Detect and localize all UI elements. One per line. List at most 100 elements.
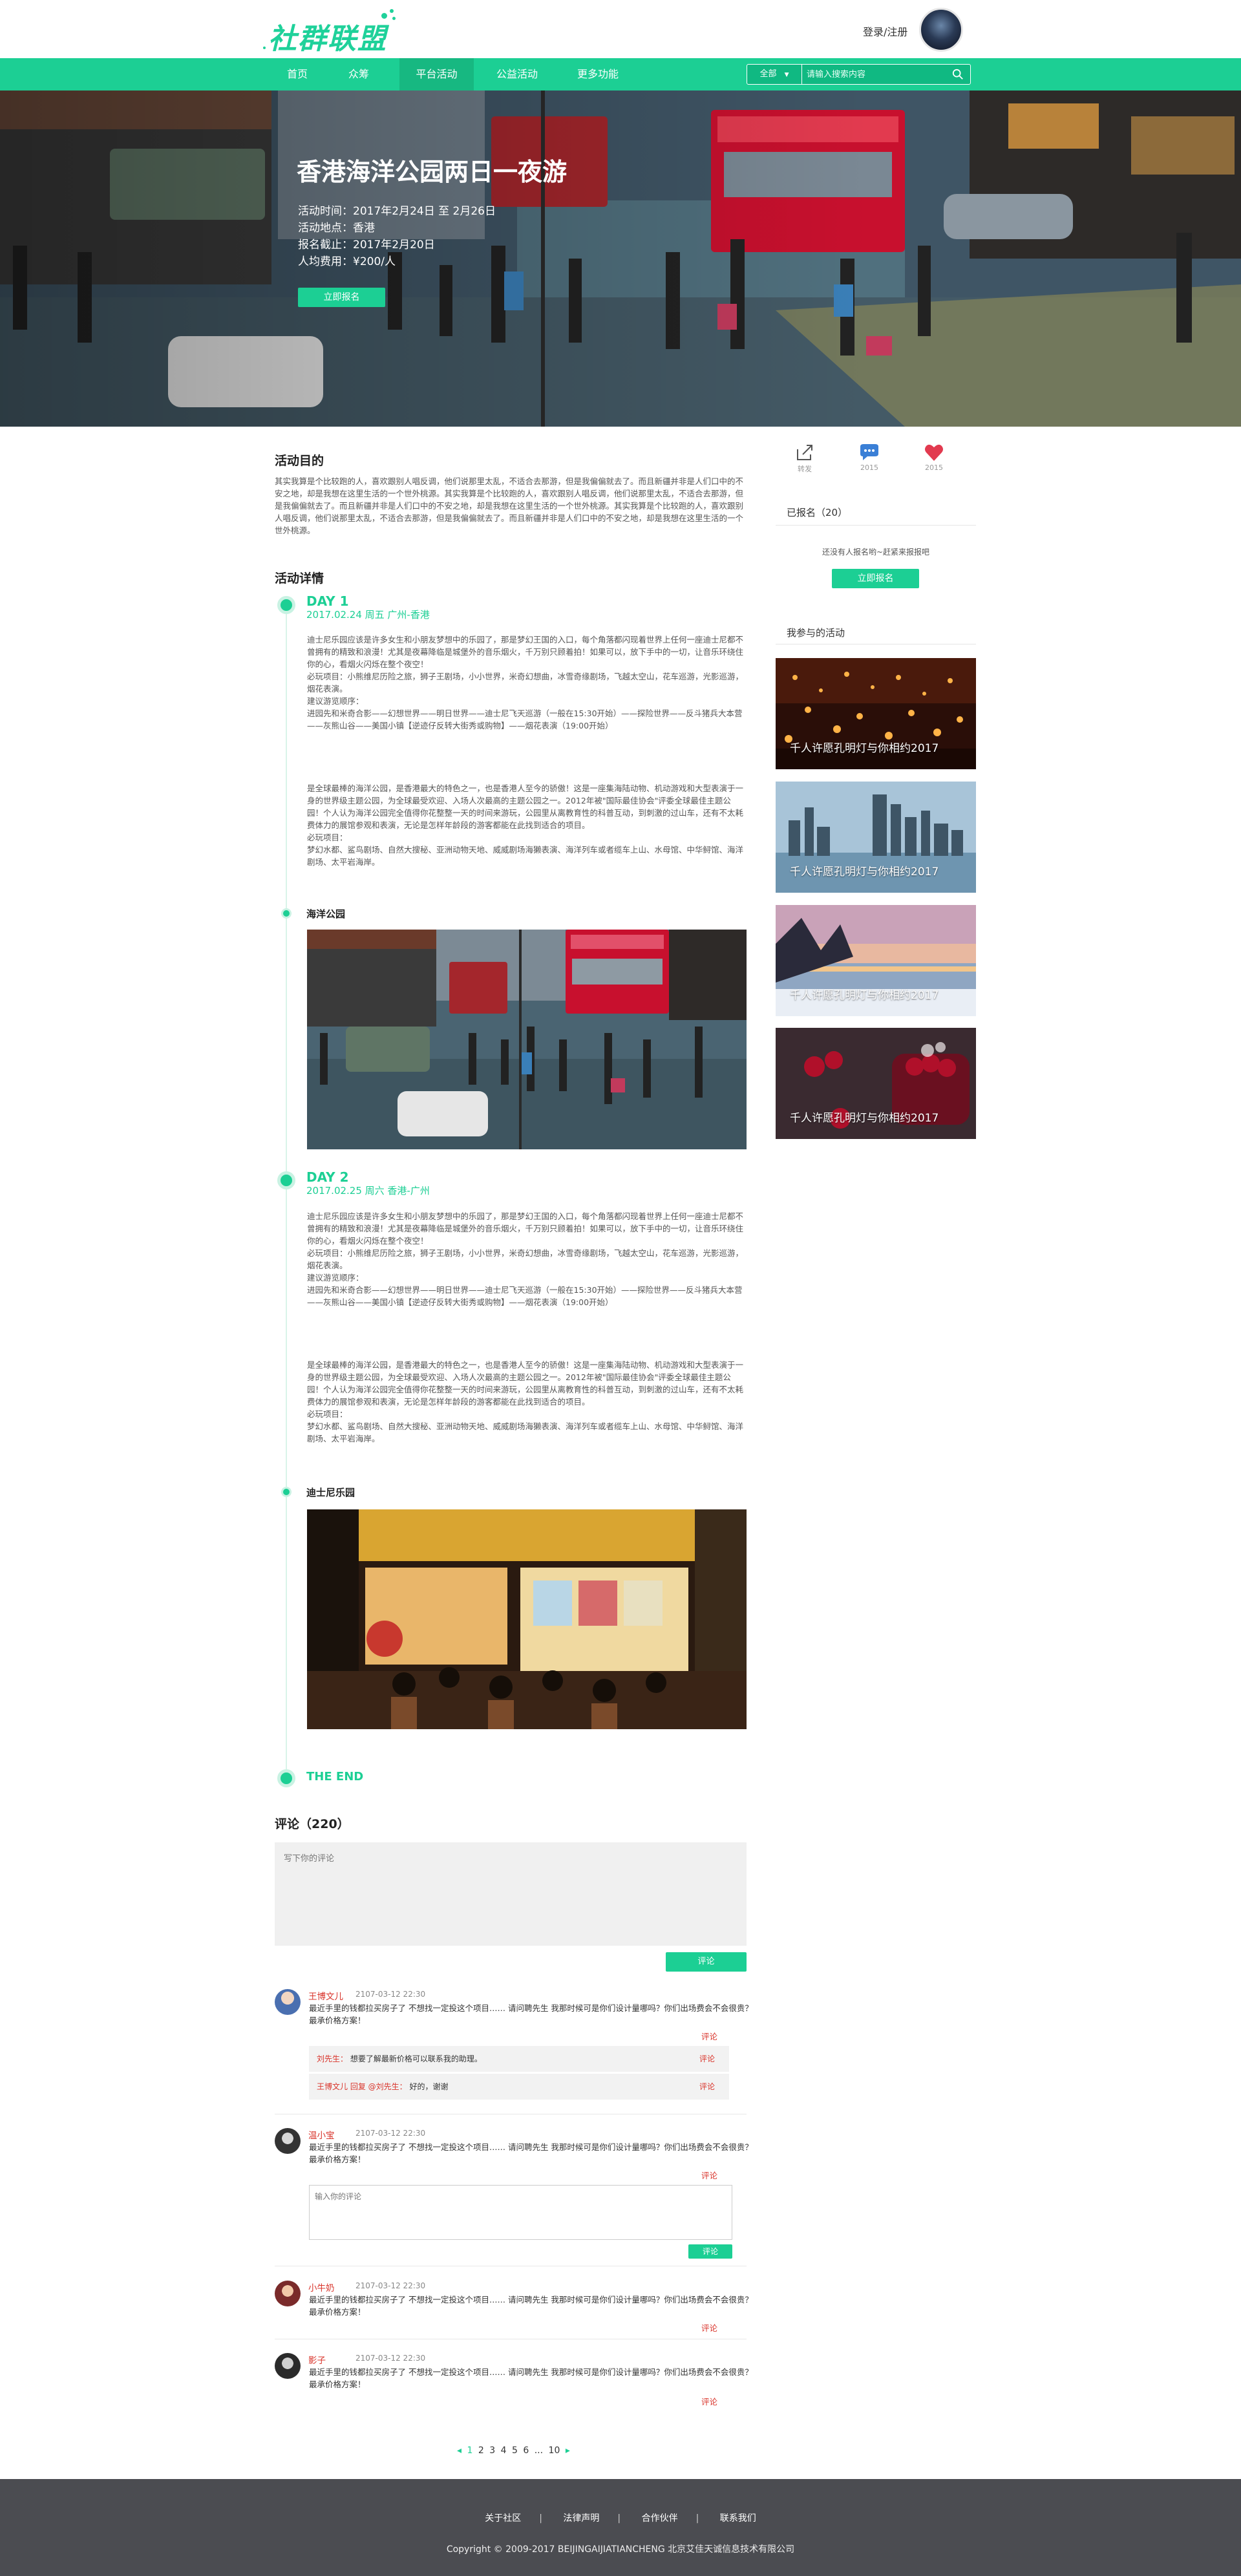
page-link[interactable]: 5 <box>512 2445 518 2456</box>
logo-dot <box>390 9 394 13</box>
day2-paragraph-2: 是全球最棒的海洋公园，是香港最大的特色之一，也是香港人至今的骄傲！这是一座集海陆… <box>307 1360 744 1443</box>
search-icon[interactable] <box>952 69 964 80</box>
search-scope-label: 全部 <box>759 69 777 79</box>
chevron-down-icon: ▼ <box>784 72 789 78</box>
reply-author[interactable]: 王博文儿 回复 @刘先生： <box>317 2082 407 2091</box>
sidebar-signup-button[interactable]: 立即报名 <box>832 569 919 588</box>
reply-action[interactable]: 评论 <box>699 2074 715 2100</box>
avatar[interactable] <box>275 2281 301 2306</box>
prev-page-icon[interactable]: ◂ <box>457 2445 461 2456</box>
activity-card[interactable]: 千人许愿孔明灯与你相约2017 <box>776 782 976 893</box>
page-ellipsis: ... <box>534 2445 544 2456</box>
pagination: ◂ 1 2 3 4 5 6 ... 10 ▸ <box>456 2445 571 2456</box>
comment-reply-link[interactable]: 评论 <box>701 2395 717 2407</box>
comment-input[interactable] <box>275 1842 747 1946</box>
top-header: 社群联盟 登录/注册 <box>0 0 1241 58</box>
activity-card[interactable]: 千人许愿孔明灯与你相约2017 <box>776 658 976 769</box>
activity-card-title: 千人许愿孔明灯与你相约2017 <box>790 989 939 1002</box>
nav-item-charity[interactable]: 公益活动 <box>485 58 549 90</box>
day2-place-label: 迪士尼乐园 <box>306 1487 355 1498</box>
reply-submit-button[interactable]: 评论 <box>688 2244 732 2259</box>
nav-item-more[interactable]: 更多功能 <box>562 58 633 90</box>
footer-link-contact[interactable]: 联系我们 <box>720 2511 756 2524</box>
comment-time: 2107-03-12 22:30 <box>355 2129 426 2138</box>
comment-author[interactable]: 小牛奶 <box>308 2281 335 2294</box>
footer-divider: | <box>617 2513 621 2524</box>
signed-up-count: 已报名（20） <box>787 507 848 518</box>
activity-card-title: 千人许愿孔明灯与你相约2017 <box>790 866 939 878</box>
page-link-current[interactable]: 1 <box>467 2445 472 2456</box>
avatar[interactable] <box>275 2353 301 2379</box>
login-register-link[interactable]: 登录/注册 <box>863 23 907 39</box>
footer-link-legal[interactable]: 法律声明 <box>563 2511 599 2524</box>
event-deadline: 报名截止：2017年2月20日 <box>298 239 435 251</box>
comment-submit-button[interactable]: 评论 <box>666 1952 747 1972</box>
details-title: 活动详情 <box>275 571 324 586</box>
footer-link-about[interactable]: 关于社区 <box>485 2511 521 2524</box>
reply-input[interactable] <box>309 2185 732 2240</box>
comment-text: 最近手里的钱都拉买房子了 不想找一定投这个项目…… 请问聘先生 我那时候可是你们… <box>309 2142 753 2164</box>
logo-dot <box>392 17 396 20</box>
search-box: 全部 ▼ <box>747 64 971 85</box>
footer-divider: | <box>695 2513 699 2524</box>
ocean-park-photo <box>307 930 747 1149</box>
reply-action[interactable]: 评论 <box>699 2046 715 2072</box>
next-page-icon[interactable]: ▸ <box>566 2445 570 2456</box>
comment-icon[interactable] <box>858 442 880 463</box>
nav-item-home[interactable]: 首页 <box>271 58 323 90</box>
comment-reply-link[interactable]: 评论 <box>701 2321 717 2334</box>
activity-card-title: 千人许愿孔明灯与你相约2017 <box>790 742 939 755</box>
day1-place-label: 海洋公园 <box>306 908 346 920</box>
footer-links: 关于社区 | 法律声明 | 合作伙伴 | 联系我们 <box>0 2511 1241 2524</box>
comment-author[interactable]: 温小宝 <box>308 2128 335 2141</box>
timeline-dot-place <box>281 1487 292 1497</box>
event-title: 香港海洋公园两日一夜游 <box>297 158 567 186</box>
comment-reply-link[interactable]: 评论 <box>701 2169 717 2181</box>
page-link[interactable]: 4 <box>501 2445 507 2456</box>
avatar[interactable] <box>275 1989 301 2015</box>
comment-author[interactable]: 影子 <box>308 2353 326 2366</box>
search-input[interactable] <box>807 67 942 81</box>
disneyland-photo <box>307 1509 747 1729</box>
share-icon[interactable] <box>794 442 816 463</box>
page-link[interactable]: 10 <box>549 2445 560 2456</box>
hero-overlay <box>0 90 1241 427</box>
comment-time: 2107-03-12 22:30 <box>355 1990 426 1999</box>
comment-text: 最近手里的钱都拉买房子了 不想找一定投这个项目…… 请问聘先生 我那时候可是你们… <box>309 2295 753 2317</box>
timeline-line <box>286 604 287 1781</box>
search-scope-select[interactable]: 全部 ▼ <box>747 65 802 84</box>
comment-text: 最近手里的钱都拉买房子了 不想找一定投这个项目…… 请问聘先生 我那时候可是你们… <box>309 2367 753 2389</box>
day1-date-route: 2017.02.24 周五 广州-香港 <box>306 609 430 621</box>
comment-reply-link[interactable]: 评论 <box>701 2030 717 2042</box>
main-nav: 首页 众筹 平台活动 公益活动 更多功能 全部 ▼ <box>0 58 1241 90</box>
nav-item-platform-activities[interactable]: 平台活动 <box>399 58 474 90</box>
logo-dot <box>263 47 266 49</box>
hero-signup-button[interactable]: 立即报名 <box>298 288 385 307</box>
comment-author[interactable]: 王博文儿 <box>308 1989 343 2002</box>
site-logo[interactable]: 社群联盟 <box>263 9 417 56</box>
comment-count: 2015 <box>860 463 878 472</box>
heart-icon[interactable] <box>923 442 945 463</box>
user-avatar[interactable] <box>919 8 963 52</box>
activity-card[interactable]: 千人许愿孔明灯与你相约2017 <box>776 1028 976 1139</box>
nav-item-crowdfunding[interactable]: 众筹 <box>333 58 385 90</box>
street-photo-image <box>307 930 747 1149</box>
day1-label: DAY 1 <box>306 593 349 609</box>
page-link[interactable]: 6 <box>523 2445 529 2456</box>
comment-time: 2107-03-12 22:30 <box>355 2354 426 2363</box>
day1-paragraph-1: 迪士尼乐园应该是许多女生和小朋友梦想中的乐园了，那是梦幻王国的入口，每个角落都闪… <box>307 635 744 730</box>
comment-text: 最近手里的钱都拉买房子了 不想找一定投这个项目…… 请问聘先生 我那时候可是你们… <box>309 2003 753 2025</box>
reply-author[interactable]: 刘先生： <box>317 2054 348 2063</box>
my-activities-title: 我参与的活动 <box>787 627 845 639</box>
page-link[interactable]: 3 <box>489 2445 495 2456</box>
page-link[interactable]: 2 <box>478 2445 484 2456</box>
footer-link-partners[interactable]: 合作伙伴 <box>642 2511 678 2524</box>
timeline-dot-end <box>277 1769 295 1787</box>
activity-card[interactable]: 千人许愿孔明灯与你相约2017 <box>776 905 976 1016</box>
day2-paragraph-1: 迪士尼乐园应该是许多女生和小朋友梦想中的乐园了，那是梦幻王国的入口，每个角落都闪… <box>307 1211 744 1307</box>
day1-paragraph-2: 是全球最棒的海洋公园，是香港最大的特色之一，也是香港人至今的骄傲！这是一座集海陆… <box>307 783 744 867</box>
activity-card-title: 千人许愿孔明灯与你相约2017 <box>790 1112 939 1125</box>
purpose-title: 活动目的 <box>275 454 324 468</box>
avatar[interactable] <box>275 2128 301 2154</box>
timeline-dot-day1 <box>277 596 295 614</box>
